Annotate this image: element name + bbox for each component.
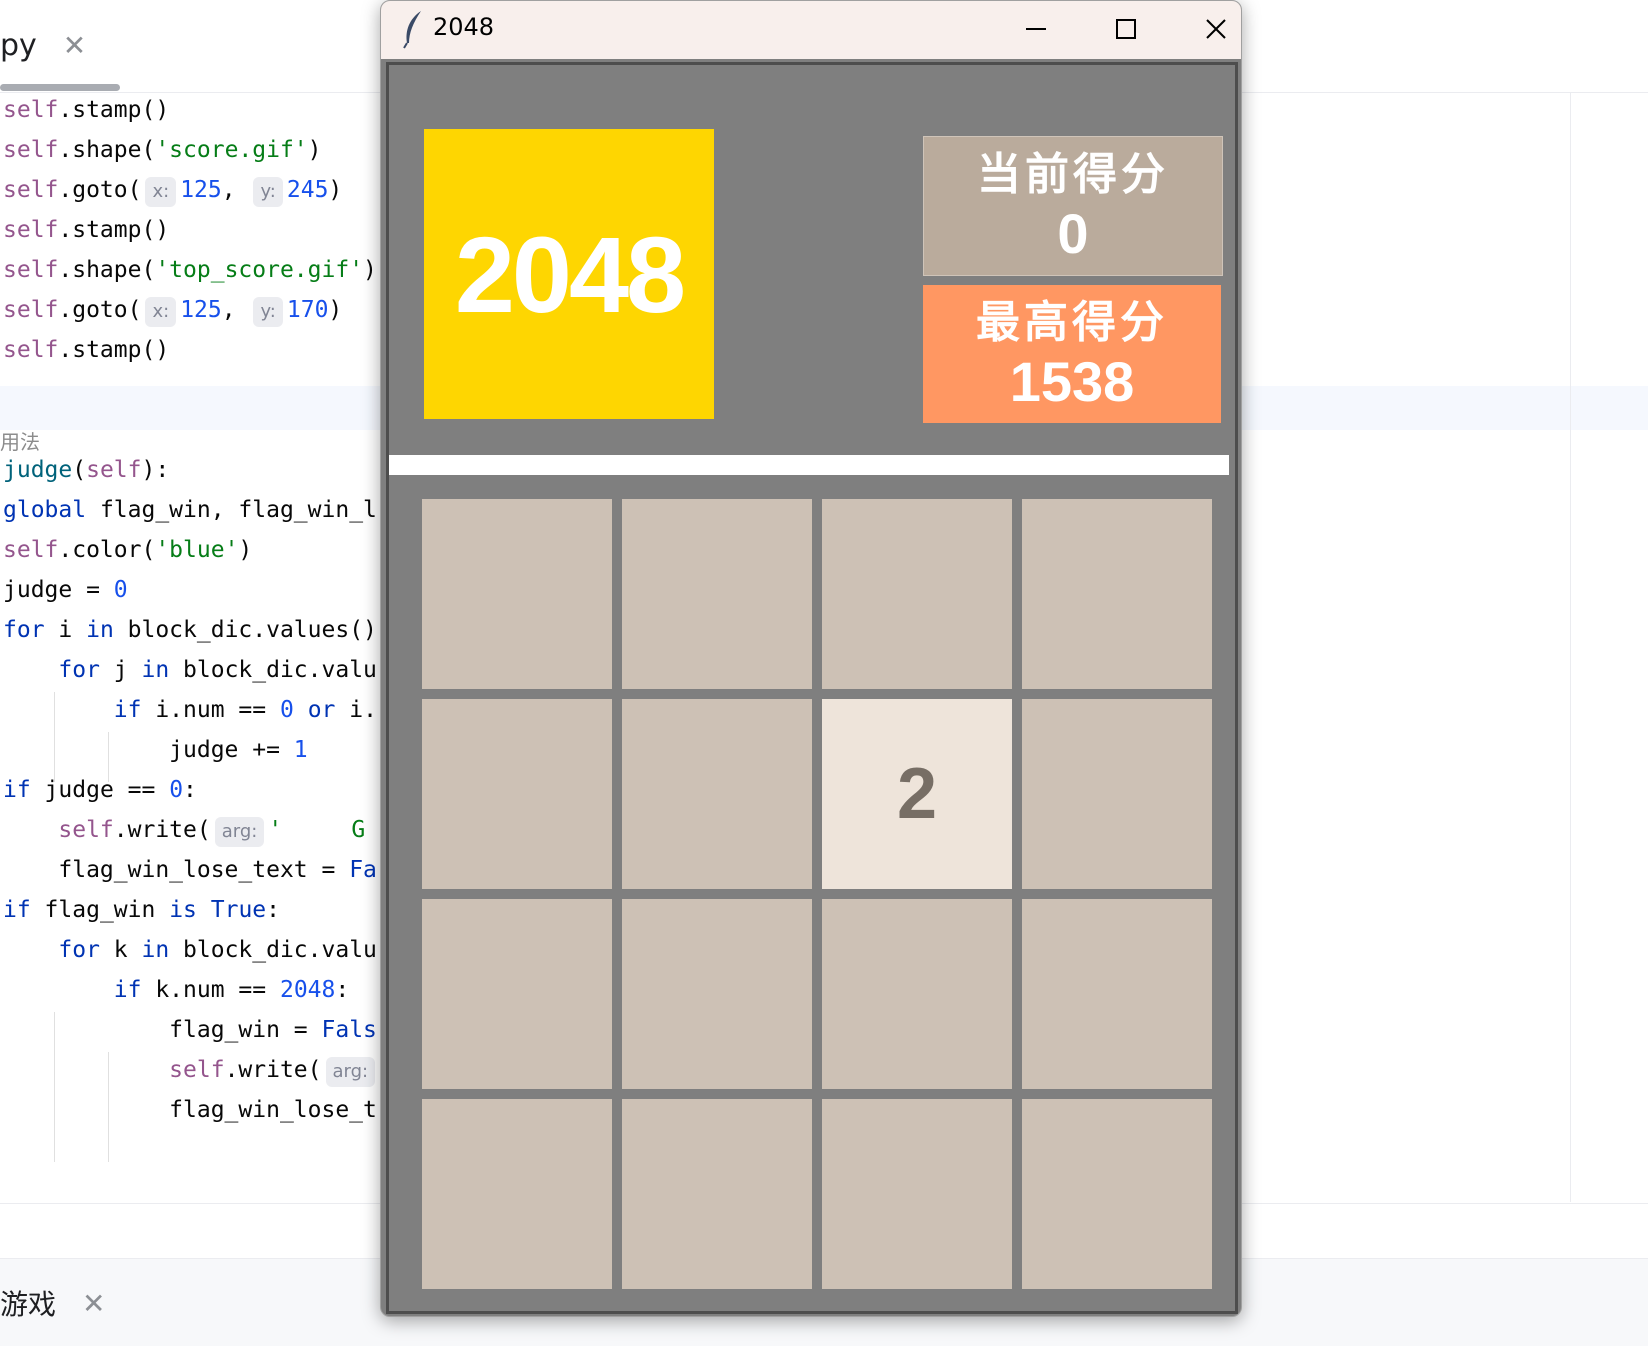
indent-guide [54,1012,55,1162]
board-cell [822,1099,1012,1289]
window-titlebar[interactable]: 2048 [381,1,1241,59]
board-cell [1022,899,1212,1089]
board-cell [422,699,612,889]
indent-guide [108,1052,109,1162]
file-tab[interactable]: py ✕ [0,20,86,70]
indent-guide [108,732,109,782]
current-score-value: 0 [1057,202,1089,265]
best-score-panel: 最高得分 1538 [923,285,1221,423]
run-tab-name[interactable]: 游戏 [0,1283,56,1323]
game-window: 2048 2048 当前得分 0 最高得分 1538 2 [380,0,1242,1317]
board-cell [1022,699,1212,889]
run-tab-close-icon[interactable]: ✕ [82,1287,105,1320]
board-cell [622,699,812,889]
board-cell [1022,1099,1212,1289]
close-icon [1206,19,1226,39]
close-button[interactable] [1181,7,1241,51]
board-cell [822,899,1012,1089]
code-line: self.stamp() [3,217,170,243]
board-cell [422,1099,612,1289]
maximize-icon [1116,19,1136,39]
code-line: self.goto(x: 125, y: 245) [3,169,342,211]
code-line: self.shape('score.gif') [3,137,322,163]
code-line: self.goto(x: 125, y: 170) [3,289,342,331]
current-score-label: 当前得分 [977,149,1169,200]
window-title: 2048 [433,13,495,41]
code-line: self.shape('top_score.gif') [3,257,377,283]
board-cell [822,499,1012,689]
game-board[interactable]: 2 [422,499,1214,1291]
code-line: self.stamp() [3,337,170,363]
maximize-button[interactable] [1091,7,1161,51]
best-score-label: 最高得分 [976,297,1168,348]
minimize-icon [1026,28,1046,30]
file-tab-close-icon[interactable]: ✕ [63,29,86,62]
board-tile: 2 [822,699,1012,889]
board-cell [1022,499,1212,689]
minimize-button[interactable] [1001,7,1071,51]
current-score-panel: 当前得分 0 [923,136,1223,276]
board-cell [622,1099,812,1289]
usage-hint: 用法 [0,430,40,454]
header-divider [389,455,1229,475]
board-cell [422,499,612,689]
board-cell [622,899,812,1089]
code-line: self.stamp() [3,97,170,123]
feather-icon [403,11,421,49]
board-cell [422,899,612,1089]
board-cell [622,499,812,689]
best-score-value: 1538 [1009,350,1135,413]
game-logo-tile: 2048 [424,129,714,419]
game-canvas[interactable]: 2048 当前得分 0 最高得分 1538 2 [386,62,1238,1314]
file-tab-name[interactable]: py [0,28,37,63]
indent-guide [54,692,55,782]
run-tab[interactable]: 游戏 ✕ [0,1283,105,1323]
